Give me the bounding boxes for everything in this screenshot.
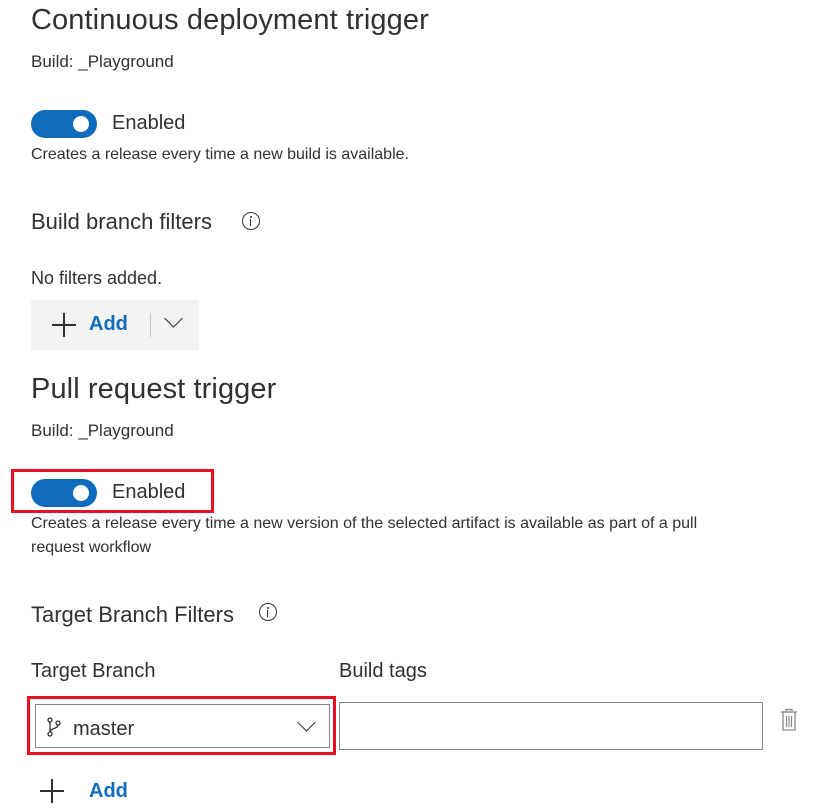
no-filters-text: No filters added. — [31, 268, 163, 288]
plus-icon[interactable] — [40, 779, 64, 803]
pr-trigger-description-line2: request workflow — [31, 539, 152, 556]
pr-trigger-toggle[interactable] — [31, 479, 97, 507]
add-filter-split-button: Add — [31, 300, 199, 350]
target-branch-label: Target Branch — [31, 660, 156, 682]
cd-trigger-toggle[interactable] — [31, 110, 97, 138]
pr-trigger-toggle-label: Enabled — [112, 481, 186, 503]
plus-icon[interactable] — [52, 313, 76, 337]
build-branch-filters-title: Build branch filters — [31, 209, 212, 234]
add-target-branch-button[interactable]: Add — [89, 780, 128, 803]
split-divider — [150, 313, 151, 337]
cd-trigger-toggle-label: Enabled — [112, 112, 186, 134]
info-icon[interactable] — [242, 212, 260, 230]
cd-trigger-description: Creates a release every time a new build… — [31, 146, 409, 163]
info-icon[interactable] — [259, 603, 277, 621]
cd-trigger-build: Build: _Playground — [31, 52, 174, 71]
target-branch-filters-title: Target Branch Filters — [31, 602, 234, 627]
chevron-down-icon[interactable] — [297, 713, 316, 732]
build-tags-input[interactable] — [339, 702, 763, 750]
toggle-knob — [73, 485, 89, 501]
pr-trigger-title: Pull request trigger — [31, 373, 277, 405]
target-branch-value: master — [73, 718, 135, 740]
trash-icon[interactable] — [780, 708, 798, 732]
pr-trigger-description-line1: Creates a release every time a new versi… — [31, 515, 698, 532]
build-tags-label: Build tags — [339, 660, 427, 682]
branch-icon — [47, 717, 61, 737]
cd-trigger-title: Continuous deployment trigger — [31, 4, 429, 36]
add-filter-button[interactable]: Add — [89, 313, 128, 336]
target-branch-dropdown[interactable]: master — [35, 704, 330, 748]
toggle-knob — [73, 116, 89, 132]
chevron-down-icon[interactable] — [164, 309, 183, 328]
pr-trigger-build: Build: _Playground — [31, 421, 174, 440]
pr-trigger-description: Creates a release every time a new versi… — [31, 512, 791, 560]
